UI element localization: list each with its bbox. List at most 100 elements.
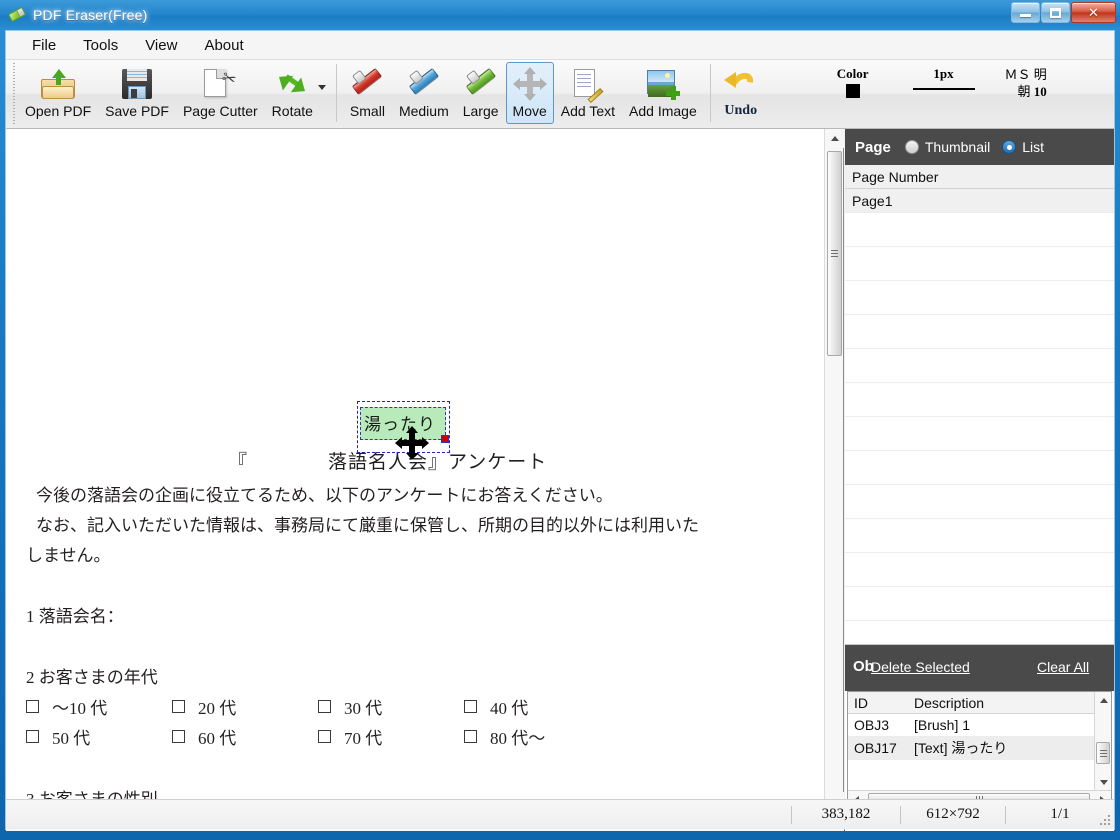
menu-tools[interactable]: Tools <box>71 34 130 57</box>
page-list[interactable]: Page Number Page1 <box>845 165 1114 645</box>
document-viewer[interactable]: 『 落語名人会』アンケート 今後の落語会の企画に役立てるため、以下のアンケートに… <box>6 129 844 831</box>
viewer-vertical-scrollbar[interactable] <box>824 129 844 811</box>
move-label: Move <box>512 103 547 119</box>
scroll-up-button[interactable] <box>825 129 844 148</box>
object-list-row-selected[interactable]: OBJ17 [Text] 湯ったり <box>848 737 1111 760</box>
menu-file[interactable]: File <box>20 34 68 57</box>
minimize-button[interactable] <box>1011 2 1040 23</box>
view-mode-thumbnail[interactable]: Thumbnail <box>904 139 991 155</box>
checkbox-item[interactable]: 40 代 <box>464 694 610 719</box>
eraser-large-label: Large <box>462 103 499 119</box>
toolbar-separator <box>335 64 337 122</box>
object-scroll-down-button[interactable] <box>1095 774 1112 791</box>
checkbox-item[interactable]: 20 代 <box>172 694 318 719</box>
view-mode-thumbnail-label: Thumbnail <box>924 139 991 155</box>
object-id: OBJ3 <box>854 717 890 733</box>
add-image-button[interactable]: Add Image <box>622 62 704 124</box>
doc-question-1: 1 落語会名： <box>26 607 124 626</box>
checkbox-item[interactable]: 30 代 <box>318 694 464 719</box>
age-checkbox-row-1: 〜10 代 20 代 30 代 40 代 <box>26 694 610 719</box>
toolbar: Open PDF Save PDF ✂ Page Cutter Rotate S… <box>6 60 1114 129</box>
window-title: PDF Eraser(Free) <box>33 7 148 23</box>
object-list-row[interactable]: OBJ3 [Brush] 1 <box>848 714 1111 737</box>
line-width-property[interactable]: 1px <box>912 66 975 90</box>
page-list-empty-row <box>845 315 1114 349</box>
page-list-empty-row <box>845 485 1114 519</box>
eraser-small-button[interactable]: Small <box>343 62 392 124</box>
doc-question-2: 2 お客さまの年代 <box>26 668 158 687</box>
object-vertical-scroll-thumb[interactable] <box>1096 742 1110 764</box>
checkbox-icon[interactable] <box>464 730 477 743</box>
maximize-button[interactable] <box>1041 2 1070 23</box>
object-list-header: ID Description <box>848 692 1111 714</box>
rotate-button[interactable]: Rotate <box>265 62 330 124</box>
page-cutter-button[interactable]: ✂ Page Cutter <box>176 62 265 124</box>
toolbar-grip[interactable] <box>9 63 18 125</box>
checkbox-item[interactable]: 70 代 <box>318 724 464 749</box>
column-header-description: Description <box>914 694 985 711</box>
page-list-empty-row <box>845 417 1114 451</box>
font-name-line2: 朝 10 <box>1017 84 1047 99</box>
close-button[interactable]: ✕ <box>1071 2 1116 23</box>
eraser-medium-label: Medium <box>398 103 449 119</box>
rotate-label: Rotate <box>271 103 313 119</box>
page-list-empty-row <box>845 349 1114 383</box>
age-checkbox-row-2: 50 代 60 代 70 代 80 代〜 <box>26 724 610 749</box>
object-list[interactable]: ID Description OBJ3 [Brush] 1 OBJ17 [Tex… <box>847 691 1112 809</box>
eraser-medium-button[interactable]: Medium <box>392 62 456 124</box>
page-panel-header: Page Thumbnail List <box>845 129 1114 165</box>
radio-icon[interactable] <box>904 140 919 154</box>
checkbox-label: 80 代〜 <box>490 729 546 748</box>
resize-grip[interactable] <box>1099 814 1111 826</box>
checkbox-icon[interactable] <box>26 730 39 743</box>
client-area: File Tools View About Open PDF Save PDF <box>5 30 1115 831</box>
object-list-vertical-scrollbar[interactable] <box>1094 692 1111 791</box>
color-label: Color <box>836 66 869 81</box>
menu-view[interactable]: View <box>133 34 189 57</box>
page-list-empty-row <box>845 451 1114 485</box>
floppy-disk-icon <box>105 66 169 102</box>
scissors-page-icon: ✂ <box>183 66 258 102</box>
eraser-large-button[interactable]: Large <box>456 62 506 124</box>
font-property[interactable]: ＭＳ 明 朝 10 <box>1005 66 1047 100</box>
doc-paragraph-2: なお、記入いただいた情報は、事務局にて厳重に保管し、所期の目的以外には利用いた <box>36 516 699 535</box>
move-button[interactable]: Move <box>505 62 554 124</box>
checkbox-icon[interactable] <box>172 730 185 743</box>
object-scroll-up-button[interactable] <box>1095 692 1112 709</box>
chevron-down-icon[interactable] <box>317 85 326 90</box>
checkbox-icon[interactable] <box>464 700 477 713</box>
checkbox-label: 50 代 <box>52 729 91 748</box>
title-bar: PDF Eraser(Free) ✕ <box>0 0 1120 30</box>
color-property[interactable]: Color <box>837 66 869 98</box>
checkbox-item[interactable]: 80 代〜 <box>464 724 610 749</box>
checkbox-icon[interactable] <box>26 700 39 713</box>
clear-all-link[interactable]: Clear All <box>1037 659 1089 675</box>
checkbox-item[interactable]: 〜10 代 <box>26 694 172 719</box>
color-swatch[interactable] <box>845 84 860 98</box>
open-pdf-button[interactable]: Open PDF <box>18 62 98 124</box>
page-list-empty-row <box>845 519 1114 553</box>
checkbox-item[interactable]: 60 代 <box>172 724 318 749</box>
selected-text-object[interactable]: 湯ったり <box>357 401 450 460</box>
resize-handle[interactable] <box>441 435 449 443</box>
vertical-scroll-thumb[interactable] <box>827 151 842 356</box>
add-text-label: Add Text <box>560 103 616 119</box>
column-header-id: ID <box>854 694 868 711</box>
checkbox-item[interactable]: 50 代 <box>26 724 172 749</box>
radio-icon-selected[interactable] <box>1002 140 1017 154</box>
checkbox-label: 〜10 代 <box>52 699 108 718</box>
move-arrows-icon <box>512 66 547 102</box>
checkbox-icon[interactable] <box>318 730 331 743</box>
page-list-column-header: Page Number <box>845 165 1114 189</box>
delete-selected-link[interactable]: Delete Selected <box>871 659 970 675</box>
page-list-row[interactable]: Page1 <box>845 189 1114 213</box>
save-pdf-button[interactable]: Save PDF <box>98 62 176 124</box>
undo-button[interactable]: Undo <box>717 62 765 124</box>
add-text-button[interactable]: Add Text <box>554 62 622 124</box>
window-controls: ✕ <box>1010 2 1116 23</box>
checkbox-icon[interactable] <box>172 700 185 713</box>
menu-about[interactable]: About <box>192 34 255 57</box>
view-mode-list[interactable]: List <box>1002 139 1044 155</box>
checkbox-icon[interactable] <box>318 700 331 713</box>
pdf-page[interactable]: 『 落語名人会』アンケート 今後の落語会の企画に役立てるため、以下のアンケートに… <box>16 129 816 801</box>
